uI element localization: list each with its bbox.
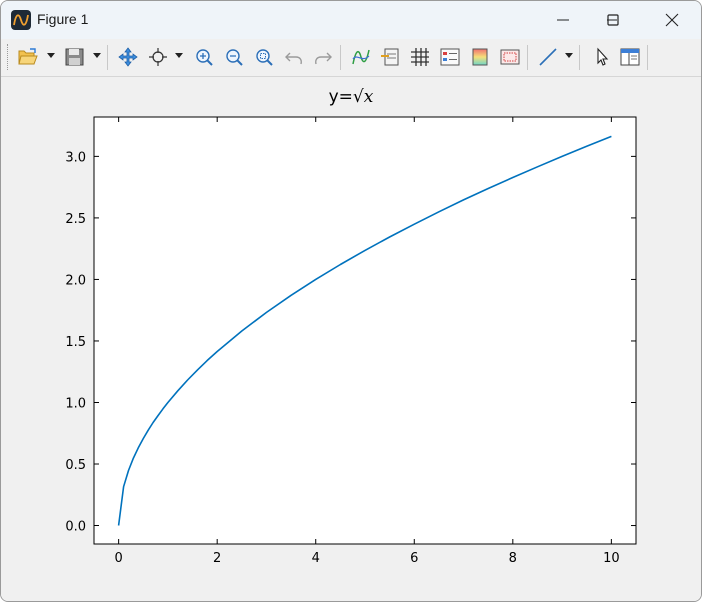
colormap-icon [472, 48, 488, 66]
zoom-in-button[interactable] [190, 43, 216, 71]
figure-canvas[interactable]: y=√x 0 2 4 6 8 10 0.0 0.5 1.0 1.5 2.0 2.5 3.0 [1, 77, 701, 601]
window-title: Figure 1 [37, 11, 89, 27]
x-tick-label: 4 [312, 551, 320, 566]
figure-window: Figure 1 y=√x 0 2 4 6 8 10 0.0 0.5 1.0 1… [0, 0, 702, 602]
legend-button[interactable] [376, 43, 402, 71]
redo-button[interactable] [309, 43, 335, 71]
toolbar-separator [579, 45, 580, 70]
curves-button[interactable] [347, 43, 373, 71]
curve-icon [352, 49, 370, 65]
axes-background [94, 117, 636, 544]
minimize-button[interactable] [541, 1, 587, 39]
select-button[interactable] [587, 43, 613, 71]
crosshair-icon [149, 48, 167, 66]
plot-area[interactable]: 0 2 4 6 8 10 0.0 0.5 1.0 1.5 2.0 2.5 3.0 [1, 77, 701, 601]
close-icon [665, 13, 679, 27]
grid-icon [411, 48, 429, 66]
zoom-out-button[interactable] [220, 43, 246, 71]
axes-frame-button[interactable] [496, 43, 522, 71]
toolbar-separator [107, 45, 108, 70]
close-button[interactable] [645, 1, 691, 39]
panel-button[interactable] [616, 43, 642, 71]
zoom-mode-dropdown-arrow[interactable] [175, 53, 183, 58]
redo-icon [315, 52, 332, 65]
y-tick-label: 2.0 [65, 273, 86, 288]
frame-icon [500, 49, 520, 65]
move-arrows-icon [118, 47, 138, 67]
undo-icon [285, 52, 302, 65]
properties-icon [440, 48, 460, 66]
y-tick-label: 0.5 [65, 458, 86, 473]
line-style-dropdown-arrow[interactable] [565, 53, 573, 58]
y-tick-label: 1.0 [65, 396, 86, 411]
y-tick-label: 1.5 [65, 335, 86, 350]
maximize-icon [607, 14, 619, 26]
zoom-fit-button[interactable] [250, 43, 276, 71]
y-tick-label: 2.5 [65, 212, 86, 227]
save-button[interactable] [61, 43, 87, 71]
floppy-disk-icon [65, 48, 84, 66]
toolbar-grip[interactable] [7, 44, 10, 70]
open-dropdown-arrow[interactable] [47, 53, 55, 58]
x-tick-label: 6 [410, 551, 418, 566]
properties-button[interactable] [436, 43, 462, 71]
y-tick-label: 0.0 [65, 520, 86, 535]
line-style-button[interactable] [534, 43, 560, 71]
colormap-button[interactable] [466, 43, 492, 71]
zoom-mode-button[interactable] [144, 43, 170, 71]
pointer-icon [597, 47, 609, 66]
toolbar-separator [340, 45, 341, 70]
folder-open-icon [18, 48, 38, 65]
maximize-button[interactable] [589, 1, 635, 39]
save-dropdown-arrow[interactable] [93, 53, 101, 58]
line-icon [539, 48, 557, 66]
toolbar [1, 39, 701, 77]
zoom-in-icon [196, 49, 213, 66]
app-icon [11, 10, 31, 30]
pan-button[interactable] [114, 43, 140, 71]
y-tick-label: 3.0 [65, 150, 86, 165]
panel-icon [620, 48, 640, 66]
open-button[interactable] [14, 43, 40, 71]
x-tick-label: 10 [603, 551, 620, 566]
zoom-out-icon [226, 49, 243, 66]
x-tick-label: 8 [509, 551, 517, 566]
zoom-fit-icon [256, 49, 273, 66]
legend-icon [381, 48, 399, 66]
x-tick-label: 2 [213, 551, 221, 566]
toolbar-separator [647, 45, 648, 70]
x-tick-label: 0 [114, 551, 122, 566]
toolbar-separator [527, 45, 528, 70]
minimize-icon [557, 19, 569, 21]
undo-button[interactable] [280, 43, 306, 71]
grid-button[interactable] [406, 43, 432, 71]
